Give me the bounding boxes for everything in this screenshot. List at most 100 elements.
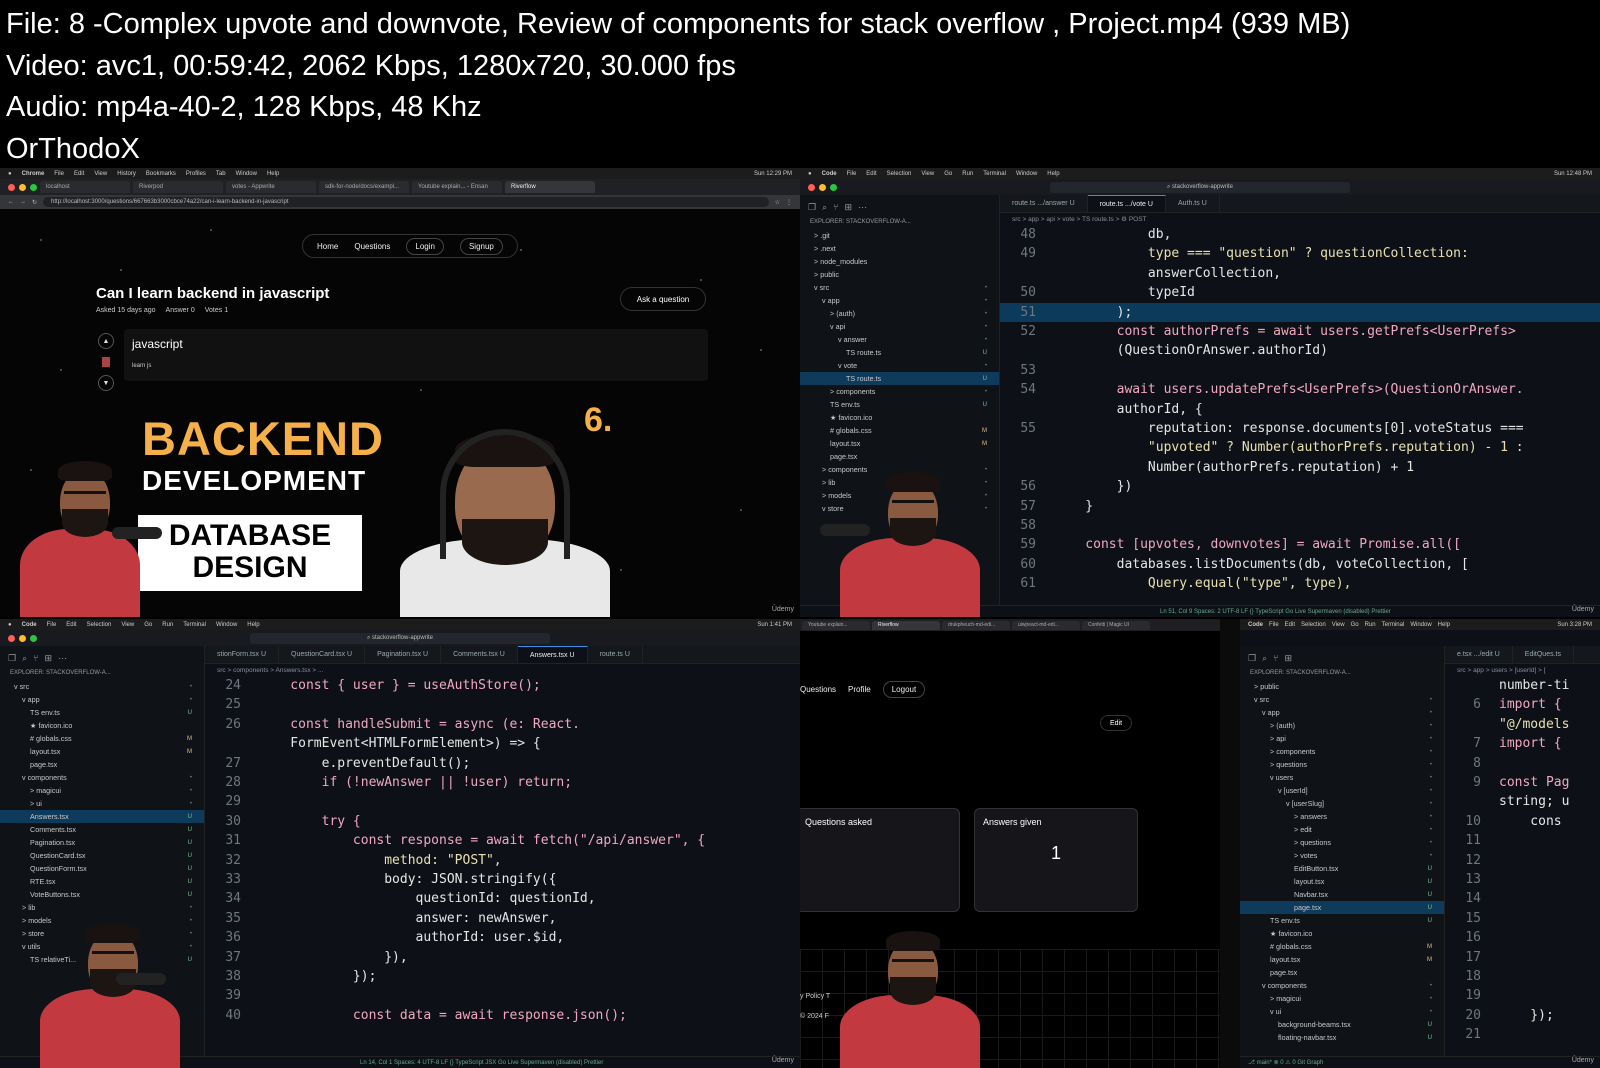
menu-item[interactable]: Code (22, 622, 37, 628)
nav-profile[interactable]: Profile (848, 685, 871, 694)
browser-tab[interactable]: drukpheuch-md-edi... (942, 620, 1010, 630)
tree-item[interactable]: > components • (800, 385, 999, 398)
tree-item[interactable]: v src • (0, 680, 204, 693)
tree-item[interactable]: # globals.css M (1240, 940, 1444, 953)
menu-item[interactable]: Terminal (983, 171, 1006, 177)
menu-item[interactable]: Selection (87, 622, 112, 628)
tree-item[interactable]: v app • (0, 693, 204, 706)
tree-item[interactable]: > answers • (1240, 810, 1444, 823)
code-line[interactable]: 6 import { (1445, 695, 1600, 714)
zoom-window-button[interactable] (30, 634, 37, 642)
tree-item[interactable]: # globals.css M (0, 732, 204, 745)
code-line[interactable]: 19 (1445, 986, 1600, 1005)
search-icon[interactable]: ⌕ (1262, 653, 1267, 664)
menu-item[interactable]: File (847, 171, 857, 177)
menu-item[interactable]: Go (944, 171, 952, 177)
menu-item[interactable]: Selection (1301, 622, 1326, 628)
menu-item[interactable]: Window (1016, 171, 1037, 177)
tree-item[interactable]: QuestionCard.tsx U (0, 849, 204, 862)
tree-item[interactable]: v [userSlug] • (1240, 797, 1444, 810)
tree-item[interactable]: v app • (800, 294, 999, 307)
tree-item[interactable]: layout.tsx M (0, 745, 204, 758)
code-line[interactable]: 58 (1000, 516, 1600, 535)
tree-item[interactable]: page.tsx (0, 758, 204, 771)
breadcrumb[interactable]: src > components > Answers.tsx > ... (205, 664, 800, 676)
code-line[interactable]: 13 (1445, 870, 1600, 889)
menu-item[interactable]: Edit (66, 622, 76, 628)
menu-item[interactable]: Profiles (186, 171, 206, 177)
tree-item[interactable]: > magicui • (1240, 992, 1444, 1005)
code-line[interactable]: 16 (1445, 928, 1600, 947)
code-line[interactable]: 36 authorId: user.$id, (205, 928, 800, 947)
code-editor[interactable]: 48 db, 49 type === "question" ? questionC… (1000, 225, 1600, 605)
menu-item[interactable]: Help (1047, 171, 1059, 177)
code-line[interactable]: (QuestionOrAnswer.authorId) (1000, 341, 1600, 360)
code-line[interactable]: 11 (1445, 831, 1600, 850)
files-icon[interactable]: ❐ (808, 202, 816, 213)
code-line[interactable]: string; u (1445, 792, 1600, 811)
code-line[interactable]: 34 questionId: questionId, (205, 889, 800, 908)
menu-item[interactable]: Run (962, 171, 973, 177)
menu-item[interactable]: Run (162, 622, 173, 628)
extensions-icon[interactable]: ⊞ (1285, 653, 1293, 664)
editor-tab[interactable]: Pagination.tsx U (365, 646, 442, 663)
browser-tab[interactable]: sdk-for-node/docs/exampl... (319, 181, 409, 193)
tree-item[interactable]: v src • (800, 281, 999, 294)
browser-tab-active[interactable]: Riverflow (505, 181, 595, 193)
tree-item[interactable]: page.tsx (1240, 966, 1444, 979)
menu-item[interactable]: Terminal (1382, 622, 1405, 628)
tree-item[interactable]: Pagination.tsx U (0, 836, 204, 849)
code-line[interactable]: 27 e.preventDefault(); (205, 754, 800, 773)
search-icon[interactable]: ⌕ (822, 202, 827, 213)
menu-item[interactable]: View (921, 171, 934, 177)
login-button[interactable]: Login (406, 237, 444, 255)
code-editor[interactable]: number-ti 6 import {"@/models 7 import {8 9 co… (1445, 676, 1600, 1056)
code-line[interactable]: 17 (1445, 948, 1600, 967)
menu-item[interactable]: File (1269, 622, 1279, 628)
url-field[interactable]: http://localhost:3000/questions/667663b3… (43, 197, 769, 207)
code-line[interactable]: "upvoted" ? Number(authorPrefs.reputatio… (1000, 438, 1600, 457)
code-line[interactable]: 59 const [upvotes, downvotes] = await Pr… (1000, 535, 1600, 554)
code-line[interactable]: 28 if (!newAnswer || !user) return; (205, 773, 800, 792)
code-line[interactable]: 24 const { user } = useAuthStore(); (205, 676, 800, 695)
menu-item[interactable]: Window (216, 622, 237, 628)
search-icon[interactable]: ⌕ (22, 653, 27, 664)
browser-tab[interactable]: Youtube explain... - Ensan (412, 181, 502, 193)
menu-item[interactable]: Chrome (22, 171, 45, 177)
editor-tab[interactable]: Comments.tsx U (441, 646, 518, 663)
menu-item[interactable]: File (47, 622, 57, 628)
zoom-window-button[interactable] (30, 183, 37, 191)
code-line[interactable]: 55 reputation: response.documents[0].vot… (1000, 419, 1600, 438)
tree-item[interactable]: > questions • (1240, 758, 1444, 771)
tree-item[interactable]: > edit • (1240, 823, 1444, 836)
tree-item[interactable]: Comments.tsx U (0, 823, 204, 836)
nav-home[interactable]: Home (317, 242, 338, 251)
menu-item[interactable]: Bookmarks (146, 171, 176, 177)
extensions-icon[interactable]: ⊞ (845, 202, 853, 213)
code-line[interactable]: 56 }) (1000, 477, 1600, 496)
command-center-search[interactable]: ⌕ stackoverflow-appwrite (250, 632, 550, 644)
breadcrumb[interactable]: src > app > users > [userId] > [ (1445, 664, 1600, 676)
code-editor[interactable]: 24 const { user } = useAuthStore(); 25 26 … (205, 676, 800, 1056)
logout-button[interactable]: Logout (882, 681, 926, 698)
code-line[interactable]: 40 const data = await response.json(); (205, 1006, 800, 1025)
tree-item[interactable]: v answer • (800, 333, 999, 346)
menu-item[interactable]: Help (267, 171, 279, 177)
code-line[interactable]: FormEvent<HTMLFormElement>) => { (205, 734, 800, 753)
tree-item[interactable]: > public (800, 268, 999, 281)
code-line[interactable]: Number(authorPrefs.reputation) + 1 (1000, 458, 1600, 477)
tree-item[interactable]: ★ favicon.ico (800, 411, 999, 424)
tree-item[interactable]: # globals.css M (800, 424, 999, 437)
tree-item[interactable]: v components • (0, 771, 204, 784)
tree-item[interactable]: v users • (1240, 771, 1444, 784)
code-line[interactable]: 30 try { (205, 812, 800, 831)
menu-item[interactable]: Selection (887, 171, 912, 177)
browser-tab-active[interactable]: Riverflow (872, 620, 940, 630)
downvote-button[interactable]: ▼ (98, 375, 114, 391)
editor-tab[interactable]: stionForm.tsx U (205, 646, 280, 663)
tree-item[interactable]: RTE.tsx U (0, 875, 204, 888)
minimize-window-button[interactable] (19, 634, 26, 642)
tree-item[interactable]: TS env.ts U (800, 398, 999, 411)
tree-item[interactable]: v components • (1240, 979, 1444, 992)
tree-item[interactable]: v app • (1240, 706, 1444, 719)
